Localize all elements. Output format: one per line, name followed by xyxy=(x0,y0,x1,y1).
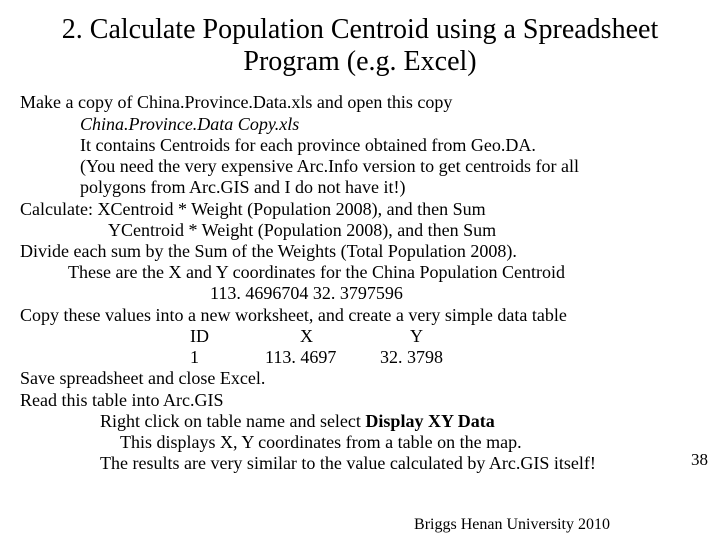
text-line: Save spreadsheet and close Excel. xyxy=(20,368,700,389)
command-name: Display XY Data xyxy=(365,411,494,431)
slide: 2. Calculate Population Centroid using a… xyxy=(0,0,720,540)
mini-table-header: IDXY xyxy=(190,326,700,347)
text-line: These are the X and Y coordinates for th… xyxy=(68,262,700,283)
text-line: (You need the very expensive Arc.Info ve… xyxy=(80,156,700,177)
text-line: This displays X, Y coordinates from a ta… xyxy=(120,432,700,453)
text-line: Make a copy of China.Province.Data.xls a… xyxy=(20,92,700,113)
text-line: The results are very similar to the valu… xyxy=(100,453,700,474)
mini-table-row: 1113. 469732. 3798 xyxy=(190,347,700,368)
text-line: polygons from Arc.GIS and I do not have … xyxy=(80,177,700,198)
centroid-coords: 113. 4696704 32. 3797596 xyxy=(210,283,700,304)
text-line: Right click on table name and select Dis… xyxy=(100,411,700,432)
cell-y: 32. 3798 xyxy=(380,347,443,367)
cell-id: 1 xyxy=(190,347,265,368)
col-y: Y xyxy=(410,326,423,346)
footer-text: Briggs Henan University 2010 xyxy=(414,516,610,534)
text-line: Read this table into Arc.GIS xyxy=(20,390,700,411)
text-line: It contains Centroids for each province … xyxy=(80,135,700,156)
text-span: Right click on table name and select xyxy=(100,411,365,431)
text-line: YCentroid * Weight (Population 2008), an… xyxy=(108,220,700,241)
cell-x: 113. 4697 xyxy=(265,347,380,368)
col-id: ID xyxy=(190,326,300,347)
slide-body: Make a copy of China.Province.Data.xls a… xyxy=(20,92,700,474)
text-line: Divide each sum by the Sum of the Weight… xyxy=(20,241,700,262)
text-line: Copy these values into a new worksheet, … xyxy=(20,305,700,326)
text-line: Calculate: XCentroid * Weight (Populatio… xyxy=(20,199,700,220)
text-line: China.Province.Data Copy.xls xyxy=(80,114,700,135)
slide-title: 2. Calculate Population Centroid using a… xyxy=(60,14,660,78)
col-x: X xyxy=(300,326,410,347)
page-number: 38 xyxy=(691,450,708,470)
